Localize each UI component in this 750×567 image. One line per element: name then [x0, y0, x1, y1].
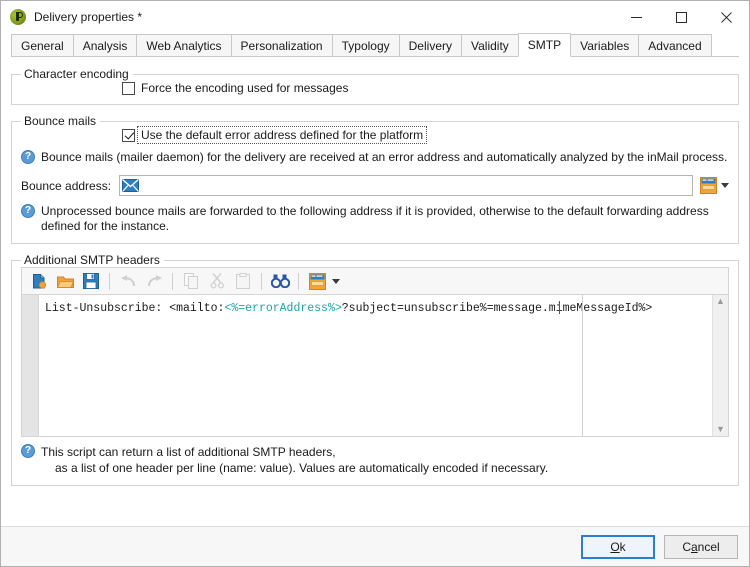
ok-button[interactable]: Ok — [581, 534, 655, 559]
envelope-icon — [122, 178, 140, 192]
chevron-down-icon[interactable] — [332, 278, 340, 284]
bounce-mails-hint: ? Bounce mails (mailer daemon) for the d… — [21, 150, 729, 165]
toolbar-separator — [261, 272, 262, 290]
editor-margin-line — [582, 295, 583, 436]
scroll-up-icon[interactable]: ▲ — [716, 297, 725, 306]
code-prefix: List-Unsubscribe: <mailto: — [45, 302, 225, 315]
tab-analysis[interactable]: Analysis — [72, 34, 138, 57]
use-default-error-address-label: Use the default error address defined fo… — [136, 126, 428, 144]
script-hint-line1: This script can return a list of additio… — [41, 445, 336, 459]
toolbar-separator — [298, 272, 299, 290]
script-hint-line2: as a list of one header per line (name: … — [55, 461, 549, 475]
undo-icon[interactable] — [115, 269, 141, 293]
help-icon: ? — [21, 204, 35, 218]
tab-delivery[interactable]: Delivery — [398, 34, 462, 57]
window-title: Delivery properties * — [34, 10, 143, 24]
open-folder-icon[interactable] — [52, 269, 78, 293]
use-default-error-address-checkbox[interactable] — [122, 128, 135, 142]
new-file-icon[interactable] — [26, 269, 52, 293]
use-default-error-address-row[interactable]: Use the default error address defined fo… — [21, 126, 729, 144]
minimize-button[interactable] — [614, 1, 659, 33]
code-variable: <%=errorAddress%> — [224, 302, 342, 315]
dialog-footer: Ok Ca ncel — [1, 526, 749, 566]
tab-advanced[interactable]: Advanced — [638, 34, 712, 57]
bounce-address-input[interactable] — [139, 177, 692, 194]
window-controls — [614, 1, 749, 33]
force-encoding-label: Force the encoding used for messages — [141, 81, 349, 95]
editor-gutter — [22, 295, 39, 436]
ok-suffix: k — [619, 539, 626, 554]
help-icon: ? — [21, 444, 35, 458]
unprocessed-bounce-hint: ? Unprocessed bounce mails are forwarded… — [21, 204, 729, 234]
title-bar: Delivery properties * — [1, 1, 749, 33]
tab-personalization[interactable]: Personalization — [230, 34, 333, 57]
bounce-mails-group: Bounce mails Use the default error addre… — [11, 114, 739, 244]
editor-vertical-scrollbar[interactable]: ▲ ▼ — [712, 295, 728, 436]
cancel-prefix: C — [682, 539, 691, 554]
smtp-tab-panel: Character encoding Force the encoding us… — [1, 57, 749, 526]
unprocessed-bounce-hint-text: Unprocessed bounce mails are forwarded t… — [41, 204, 709, 233]
insert-personalization-button[interactable] — [699, 176, 718, 195]
copy-icon[interactable] — [178, 269, 204, 293]
chevron-down-icon[interactable] — [721, 183, 729, 188]
tab-smtp[interactable]: SMTP — [517, 33, 572, 57]
code-suffix: ?subject=unsubscribe%=message.mimeMessag… — [341, 302, 653, 315]
force-encoding-row[interactable]: Force the encoding used for messages — [21, 81, 729, 95]
script-hint: ? This script can return a list of addit… — [21, 444, 729, 476]
cancel-accel: a — [690, 539, 698, 554]
save-icon[interactable] — [78, 269, 104, 293]
character-encoding-group: Character encoding Force the encoding us… — [11, 67, 739, 105]
close-button[interactable] — [704, 1, 749, 33]
bounce-mails-hint-text: Bounce mails (mailer daemon) for the del… — [41, 150, 728, 164]
cancel-suffix: ncel — [697, 539, 720, 554]
tab-typology[interactable]: Typology — [331, 34, 400, 57]
bounce-address-label: Bounce address: — [21, 178, 112, 193]
text-caret — [559, 301, 560, 314]
redo-icon[interactable] — [141, 269, 167, 293]
tab-strip: General Analysis Web Analytics Personali… — [1, 33, 749, 57]
help-icon: ? — [21, 150, 35, 164]
toolbar-separator — [172, 272, 173, 290]
paste-icon[interactable] — [230, 269, 256, 293]
script-toolbar — [21, 267, 729, 295]
ok-accel: O — [610, 539, 620, 554]
script-hint-text: This script can return a list of additio… — [41, 444, 729, 476]
additional-smtp-headers-group: Additional SMTP headers List-Unsubscribe… — [11, 253, 739, 486]
script-code[interactable]: List-Unsubscribe: <mailto:<%=errorAddres… — [39, 295, 712, 436]
bounce-mails-legend: Bounce mails — [24, 114, 97, 128]
character-encoding-legend: Character encoding — [24, 67, 129, 81]
find-icon[interactable] — [267, 269, 293, 293]
tab-web-analytics[interactable]: Web Analytics — [136, 34, 232, 57]
tab-variables[interactable]: Variables — [570, 34, 640, 57]
delivery-properties-dialog: Delivery properties * General Analysis W… — [0, 0, 750, 567]
cancel-button[interactable]: Ca ncel — [664, 534, 738, 559]
force-encoding-checkbox[interactable] — [122, 81, 135, 95]
additional-smtp-headers-legend: Additional SMTP headers — [24, 253, 160, 267]
bounce-address-row: Bounce address: — [21, 175, 729, 196]
tab-general[interactable]: General — [11, 34, 74, 57]
insert-field-icon[interactable] — [304, 269, 330, 293]
script-editor[interactable]: List-Unsubscribe: <mailto:<%=errorAddres… — [21, 295, 729, 437]
cut-icon[interactable] — [204, 269, 230, 293]
maximize-button[interactable] — [659, 1, 704, 33]
scroll-down-icon[interactable]: ▼ — [716, 425, 725, 434]
bounce-address-input-wrap[interactable] — [119, 175, 693, 196]
tab-validity[interactable]: Validity — [460, 34, 519, 57]
toolbar-separator — [109, 272, 110, 290]
app-icon — [10, 9, 26, 25]
